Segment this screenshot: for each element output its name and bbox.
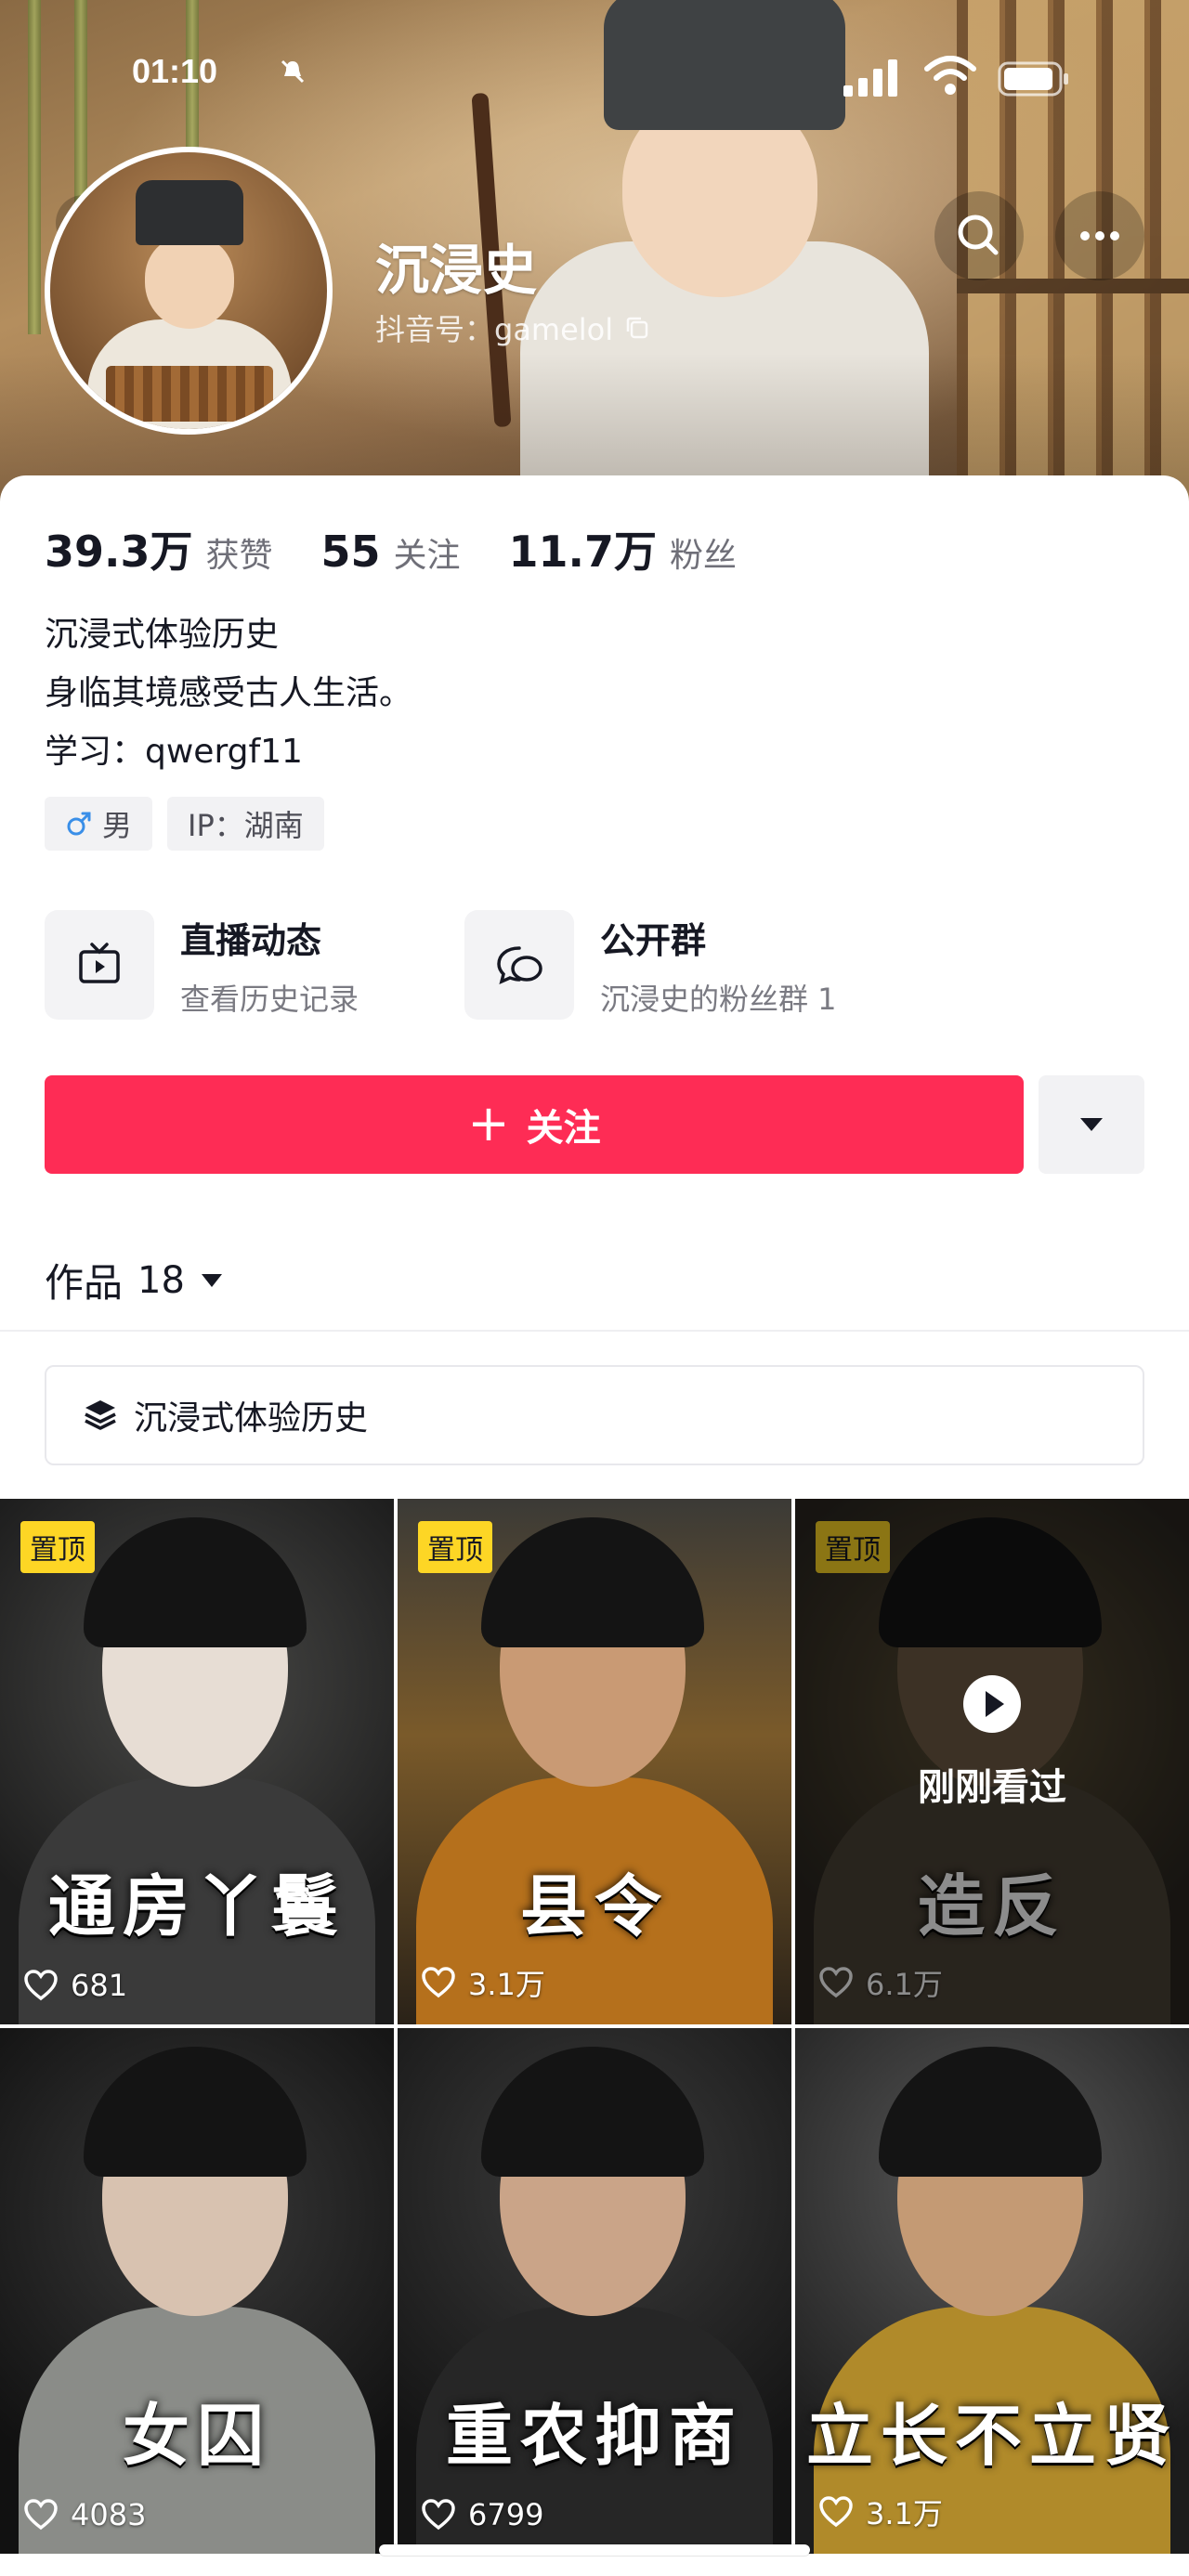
gender-tag: 男 bbox=[45, 797, 153, 851]
follow-label: 关注 bbox=[526, 1107, 601, 1150]
video-grid: 通房丫鬟 置顶 681 县令 置顶 3.1万 造反 置顶 6.1万 刚刚看过 女… bbox=[0, 1499, 1189, 2554]
video-tile[interactable]: 女囚 4083 bbox=[0, 2028, 394, 2554]
cellular-signal-icon bbox=[843, 59, 897, 97]
public-group-entry[interactable]: 公开群 沉浸史的粉丝群 1 bbox=[464, 910, 837, 1020]
video-tile[interactable]: 立长不立贤 3.1万 bbox=[795, 2028, 1189, 2554]
likes-count: 4083 bbox=[71, 2497, 147, 2532]
bio-line: 学习：qwergf11 bbox=[45, 733, 303, 771]
likes-count: 3.1万 bbox=[866, 2496, 943, 2531]
male-icon bbox=[67, 812, 91, 836]
heart-icon bbox=[422, 2499, 455, 2530]
likes-count[interactable]: 39.3万 bbox=[45, 518, 193, 579]
video-title: 重农抑商 bbox=[445, 2396, 743, 2475]
video-tile[interactable]: 造反 置顶 6.1万 刚刚看过 bbox=[795, 1499, 1189, 2024]
likes-count: 681 bbox=[71, 1968, 128, 2003]
recently-watched: 刚刚看过 bbox=[795, 1675, 1189, 1811]
more-options-button[interactable] bbox=[1055, 191, 1144, 280]
public-group-subtitle: 沉浸史的粉丝群 1 bbox=[600, 981, 837, 1017]
layers-icon bbox=[85, 1400, 116, 1430]
profile-tags: 男 IP：湖南 bbox=[45, 797, 324, 851]
plus-icon: + bbox=[467, 1093, 510, 1152]
video-likes: 6799 bbox=[420, 2496, 543, 2533]
douyin-id[interactable]: 抖音号：gamelol bbox=[375, 306, 650, 349]
profile-stats: 39.3万 获赞 55 关注 11.7万 粉丝 bbox=[45, 518, 785, 577]
follow-button[interactable]: + 关注 bbox=[45, 1075, 1024, 1174]
bio-line: 身临其境感受古人生活。 bbox=[45, 674, 413, 712]
pinned-badge: 置顶 bbox=[418, 1521, 492, 1573]
live-history-entry[interactable]: 直播动态 查看历史记录 bbox=[45, 910, 359, 1020]
tv-icon bbox=[79, 943, 120, 983]
home-indicator[interactable] bbox=[379, 2544, 810, 2556]
recommend-dropdown-button[interactable] bbox=[1039, 1075, 1144, 1174]
gender-text: 男 bbox=[102, 808, 133, 843]
profile-name: 沉浸史 bbox=[375, 239, 538, 302]
likes-count: 6799 bbox=[468, 2497, 544, 2532]
douyin-id-text: 抖音号：gamelol bbox=[375, 312, 614, 347]
works-tab[interactable]: 作品 18 bbox=[45, 1252, 224, 1308]
followers-count[interactable]: 11.7万 bbox=[509, 518, 658, 579]
profile-card: 39.3万 获赞 55 关注 11.7万 粉丝 沉浸式体验历史 身临其境感受古人… bbox=[0, 475, 1189, 2576]
ip-tag: IP：湖南 bbox=[167, 797, 324, 851]
recently-watched-label: 刚刚看过 bbox=[918, 1766, 1066, 1809]
bio-line: 沉浸式体验历史 bbox=[45, 616, 280, 654]
video-likes: 3.1万 bbox=[817, 2491, 943, 2533]
video-title: 通房丫鬟 bbox=[47, 1867, 346, 1945]
chat-icon-box bbox=[464, 910, 574, 1020]
chat-bubbles-icon bbox=[497, 946, 542, 985]
video-title: 县令 bbox=[519, 1867, 669, 1945]
caret-down-icon bbox=[1080, 1118, 1103, 1131]
live-history-subtitle: 查看历史记录 bbox=[180, 981, 359, 1017]
wifi-icon bbox=[924, 56, 976, 95]
following-count[interactable]: 55 bbox=[321, 527, 381, 577]
ip-text: IP：湖南 bbox=[188, 808, 304, 843]
public-group-title: 公开群 bbox=[600, 919, 707, 961]
video-likes: 681 bbox=[22, 1967, 127, 2004]
heart-icon bbox=[819, 2496, 853, 2528]
divider bbox=[0, 1330, 1189, 1332]
copy-icon[interactable] bbox=[624, 315, 650, 341]
pinned-badge: 置顶 bbox=[20, 1521, 95, 1573]
status-bar: 01:10 bbox=[0, 0, 1189, 102]
video-likes: 3.1万 bbox=[420, 1961, 545, 2004]
heart-icon bbox=[24, 2499, 58, 2530]
followers-label[interactable]: 粉丝 bbox=[670, 528, 737, 577]
video-tile[interactable]: 重农抑商 6799 bbox=[398, 2028, 791, 2554]
video-likes: 4083 bbox=[22, 2496, 146, 2533]
heart-icon bbox=[24, 1970, 58, 2001]
video-title: 立长不立贤 bbox=[805, 2396, 1178, 2475]
battery-icon bbox=[998, 61, 1068, 97]
status-time: 01:10 bbox=[132, 52, 218, 90]
search-icon bbox=[958, 215, 999, 255]
following-label[interactable]: 关注 bbox=[394, 528, 461, 577]
live-history-title: 直播动态 bbox=[180, 919, 322, 961]
caret-down-icon bbox=[201, 1273, 222, 1287]
bio: 沉浸式体验历史 身临其境感受古人生活。 学习：qwergf11 bbox=[45, 605, 412, 781]
more-dots-icon bbox=[1080, 231, 1119, 241]
collection-label: 沉浸式体验历史 bbox=[134, 1399, 369, 1438]
mute-bell-icon bbox=[281, 59, 305, 84]
works-label: 作品 bbox=[45, 1260, 124, 1306]
heart-icon bbox=[422, 1967, 455, 1998]
avatar[interactable] bbox=[45, 147, 333, 435]
works-count: 18 bbox=[137, 1258, 185, 1302]
tv-icon-box bbox=[45, 910, 154, 1020]
play-icon bbox=[963, 1675, 1021, 1733]
likes-count: 3.1万 bbox=[468, 1967, 545, 2002]
video-tile[interactable]: 县令 置顶 3.1万 bbox=[398, 1499, 791, 2024]
likes-label[interactable]: 获赞 bbox=[206, 528, 273, 577]
collection-entry[interactable]: 沉浸式体验历史 bbox=[45, 1365, 1144, 1465]
video-tile[interactable]: 通房丫鬟 置顶 681 bbox=[0, 1499, 394, 2024]
video-title: 女囚 bbox=[122, 2396, 271, 2475]
search-button[interactable] bbox=[934, 191, 1024, 280]
